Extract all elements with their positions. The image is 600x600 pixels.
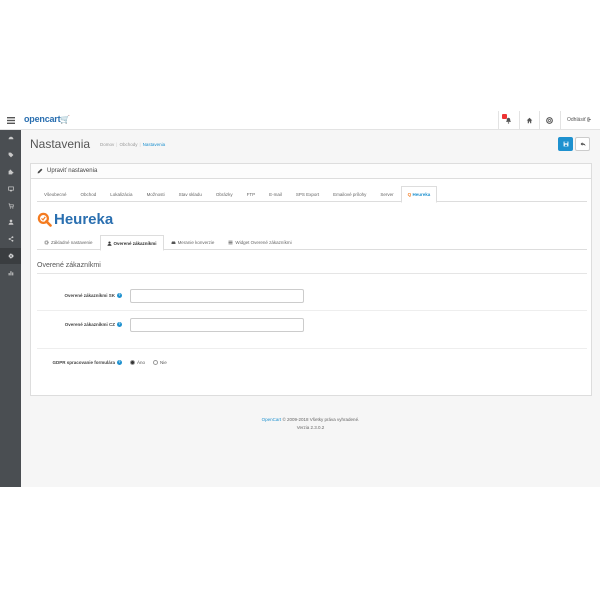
breadcrumb-home[interactable]: Domov	[100, 142, 114, 147]
sidebar	[0, 130, 21, 487]
notifications-button[interactable]	[498, 111, 518, 130]
gdpr-radio-group: Áno Nie	[130, 360, 167, 365]
help-icon: ?	[117, 293, 122, 298]
heureka-subtabs: Základné nastavenie Overené zákazníkmi M…	[37, 235, 587, 251]
tab-server[interactable]: Server	[373, 186, 400, 202]
heureka-magnifier-icon	[37, 212, 52, 227]
tag-icon	[8, 152, 13, 158]
footer-opencart-link[interactable]: OpenCart	[262, 417, 282, 422]
sidebar-item-dashboard[interactable]	[0, 130, 21, 147]
cart-logo-icon: 🛒	[60, 115, 71, 124]
settings-tabs: Všeobecné Obchod Lokalizácia Možnosti St…	[37, 186, 587, 203]
menu-toggle-icon	[6, 117, 15, 124]
page-title: Nastavenia	[30, 137, 91, 151]
reply-icon	[580, 142, 585, 147]
logout-button[interactable]: Odhlásiť	[560, 111, 592, 130]
share-icon	[8, 236, 13, 242]
tab-ftp[interactable]: FTP	[240, 186, 263, 202]
cz-key-input[interactable]	[130, 318, 304, 332]
tab-heureka[interactable]: Q Heureka	[400, 186, 438, 203]
sidebar-item-sales[interactable]	[0, 197, 21, 214]
shopping-cart-icon	[8, 203, 14, 209]
panel-heading-text: Upraviť nastavenia	[47, 168, 98, 174]
panel-heading: Upraviť nastavenia	[31, 164, 591, 179]
radio-dot	[153, 360, 159, 365]
form-row-gdpr: GDPR spracovanie formulára ? Áno Nie	[37, 349, 587, 380]
sidebar-item-reports[interactable]	[0, 264, 21, 281]
app-window: opencart🛒 Odhlásiť Nastavenia Domov | Ob…	[0, 111, 600, 487]
tab-localisation[interactable]: Lokalizácia	[103, 186, 139, 202]
sidebar-item-system[interactable]	[0, 247, 21, 265]
footer-version: Verzia 2.3.0.2	[296, 425, 325, 430]
tab-sps-export[interactable]: SPS Export	[289, 186, 326, 202]
footer: OpenCart © 2009-2018 Všetky práva vyhrad…	[21, 416, 600, 432]
tab-email[interactable]: E-mail	[262, 186, 289, 202]
subtab-verified-by-customers[interactable]: Overené zákazníkmi	[99, 235, 164, 251]
sidebar-item-design[interactable]	[0, 180, 21, 197]
subtab-conversion-tracking[interactable]: Meranie konverzie	[164, 235, 222, 250]
back-button[interactable]	[575, 137, 590, 151]
tab-stock-status[interactable]: Stav skladu	[172, 186, 209, 202]
user-icon	[107, 241, 112, 246]
car-icon	[171, 241, 176, 244]
gdpr-label: GDPR spracovanie formulára ?	[52, 360, 122, 365]
home-icon	[526, 117, 533, 124]
sidebar-item-customers[interactable]	[0, 214, 21, 231]
cog-icon	[44, 240, 49, 245]
user-icon	[8, 219, 13, 226]
form-row-cz: Overené zákazníkmi CZ ?	[37, 311, 587, 349]
save-icon	[563, 141, 568, 147]
help-button[interactable]	[539, 111, 559, 130]
tab-store[interactable]: Obchod	[74, 186, 104, 202]
top-header: opencart🛒 Odhlásiť	[0, 111, 600, 130]
help-icon: ?	[117, 322, 122, 327]
tab-image[interactable]: Obrázky	[209, 186, 240, 202]
bar-chart-icon	[8, 270, 13, 276]
notification-badge	[502, 114, 507, 119]
subtab-widget[interactable]: Widget Overené zákazníkmi	[221, 235, 298, 250]
pencil-icon	[37, 168, 43, 174]
heureka-logo: Heureka	[37, 209, 113, 229]
sidebar-item-extensions[interactable]	[0, 164, 21, 181]
life-ring-icon	[546, 117, 553, 124]
heureka-tab-icon: Q	[407, 192, 412, 197]
cog-icon	[8, 253, 13, 259]
subtab-basic-settings[interactable]: Základné nastavenie	[37, 235, 100, 250]
menu-toggle-button[interactable]	[0, 111, 21, 130]
sk-label: Overené zákazníkmi SK ?	[64, 293, 122, 298]
sidebar-item-marketing[interactable]	[0, 231, 21, 248]
form-row-sk: Overené zákazníkmi SK ?	[37, 282, 587, 311]
footer-copyright: © 2009-2018 Všetky práva vyhradené.	[282, 417, 360, 422]
sign-out-icon	[587, 117, 592, 122]
puzzle-icon	[8, 169, 13, 175]
desktop-icon	[7, 186, 14, 192]
tab-option[interactable]: Možnosti	[140, 186, 172, 202]
breadcrumb: Domov | Obchody | Nastavenia	[100, 142, 166, 147]
home-button[interactable]	[519, 111, 539, 130]
save-button[interactable]	[558, 137, 573, 151]
dashboard-icon	[8, 137, 13, 140]
gdpr-no-radio[interactable]: Nie	[153, 360, 167, 365]
section-title: Overené zákazníkmi	[37, 262, 587, 274]
tab-email-attachments[interactable]: Emailové prílohy	[326, 186, 373, 202]
breadcrumb-settings[interactable]: Nastavenia	[143, 142, 166, 147]
help-icon: ?	[117, 360, 122, 365]
sk-key-input[interactable]	[130, 289, 304, 303]
radio-dot	[130, 360, 135, 365]
sidebar-item-catalog[interactable]	[0, 147, 21, 164]
opencart-logo[interactable]: opencart🛒	[24, 114, 70, 124]
settings-panel: Upraviť nastavenia Všeobecné Obchod Loka…	[30, 163, 592, 396]
list-icon	[228, 240, 233, 245]
gdpr-yes-radio[interactable]: Áno	[130, 360, 145, 365]
cz-label: Overené zákazníkmi CZ ?	[64, 322, 122, 327]
heureka-wordmark: Heureka	[54, 210, 114, 228]
main-content: Nastavenia Domov | Obchody | Nastavenia Upra…	[21, 130, 600, 487]
tab-general[interactable]: Všeobecné	[37, 186, 74, 202]
breadcrumb-stores[interactable]: Obchody	[119, 142, 137, 147]
